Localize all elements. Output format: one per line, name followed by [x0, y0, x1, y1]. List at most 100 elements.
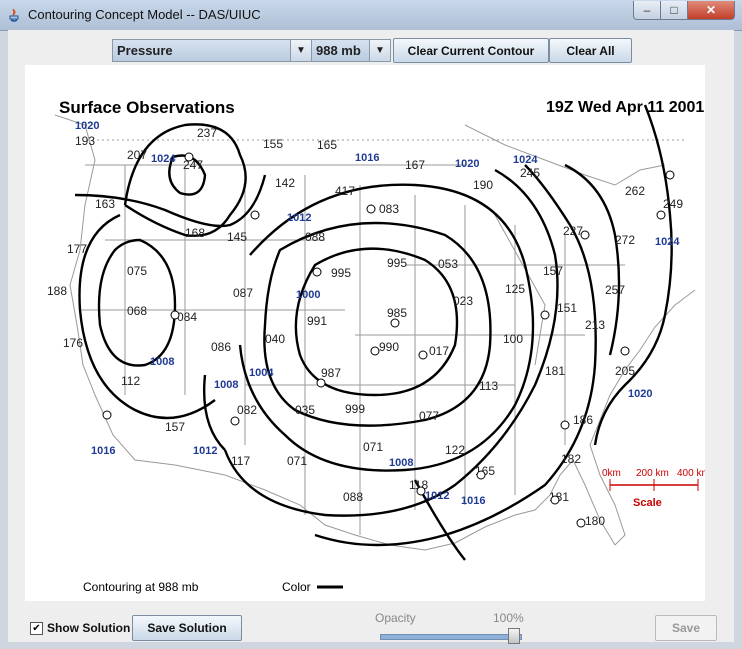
- station-pressure: 262: [625, 184, 645, 198]
- station-pressure: 249: [663, 197, 683, 211]
- chevron-down-icon[interactable]: ▼: [290, 40, 311, 61]
- station-pressure: 113: [479, 379, 498, 393]
- station-pressure: 100: [503, 332, 523, 346]
- station-pressure: 987: [321, 366, 341, 380]
- station-pressure: 207: [127, 148, 147, 162]
- station-pressure: 163: [95, 197, 115, 211]
- minimize-icon: –: [643, 3, 651, 17]
- station-pressure: 155: [263, 137, 283, 151]
- scale-tick-200: 200 km: [636, 468, 669, 479]
- station-pressure: 995: [331, 266, 351, 280]
- app-content: Pressure ▼ 988 mb ▼ Clear Current Contou…: [8, 30, 734, 644]
- field-select-value: Pressure: [117, 43, 173, 58]
- station-pressure: 176: [63, 336, 83, 350]
- station-pressure: 088: [343, 490, 363, 504]
- field-select[interactable]: Pressure ▼: [112, 39, 312, 62]
- surface-map[interactable]: 1020 1024 1016 1020 1024 1012 1000 1008 …: [25, 65, 705, 601]
- isobar-label: 1020: [628, 388, 652, 400]
- station-pressure: 257: [605, 283, 625, 297]
- station-pressure: 084: [177, 310, 197, 324]
- station-pressure: 145: [227, 230, 247, 244]
- chevron-down-icon[interactable]: ▼: [369, 40, 390, 61]
- station-pressure: 125: [505, 282, 525, 296]
- isobar-label: 1024: [151, 153, 176, 165]
- station-pressure: 205: [615, 364, 635, 378]
- station-pressure: 237: [197, 126, 217, 140]
- isobar-contours: [74, 104, 673, 561]
- contour-status: Contouring at 988 mb: [83, 580, 199, 594]
- station-pressure: 193: [75, 134, 95, 148]
- station-pressure: 417: [335, 184, 355, 198]
- station-observations: 193 237 155 165 167 247 142 207 163 417 …: [47, 126, 683, 528]
- map-basemap: [54, 114, 696, 551]
- station-pressure: 122: [445, 443, 465, 457]
- station-pressure: 082: [237, 403, 257, 417]
- window-title: Contouring Concept Model -- DAS/UIUC: [28, 7, 261, 22]
- station-pressure: 245: [520, 166, 540, 180]
- isobar-label: 1016: [461, 495, 485, 507]
- station-pressure: 188: [47, 284, 67, 298]
- maximize-button[interactable]: □: [660, 1, 688, 20]
- scale-bar: 0km 200 km 400 km Scale: [602, 468, 705, 509]
- scale-label: Scale: [633, 497, 662, 509]
- station-pressure: 180: [585, 514, 605, 528]
- title-bar: Contouring Concept Model -- DAS/UIUC – □…: [0, 0, 742, 31]
- level-select[interactable]: 988 mb ▼: [311, 39, 391, 62]
- close-button[interactable]: ✕: [687, 1, 735, 20]
- minimize-button[interactable]: –: [633, 1, 661, 20]
- station-pressure: 182: [561, 452, 581, 466]
- opacity-label: Opacity: [375, 611, 416, 625]
- isobar-label: 1020: [455, 158, 479, 170]
- isobar-label: 1008: [150, 356, 174, 368]
- isobar-label: 1016: [355, 152, 379, 164]
- show-solution-checkbox[interactable]: ✔: [30, 622, 43, 635]
- java-app-icon: [9, 8, 19, 22]
- station-pressure: 177: [67, 242, 87, 256]
- station-pressure: 075: [127, 264, 147, 278]
- station-pressure: 077: [419, 409, 439, 423]
- station-pressure: 071: [363, 440, 383, 454]
- station-pressure: 071: [287, 454, 307, 468]
- isobar-label: 1004: [249, 367, 274, 379]
- color-label: Color: [282, 580, 311, 594]
- opacity-slider-thumb[interactable]: [508, 628, 520, 644]
- station-pressure: 117: [231, 454, 250, 468]
- opacity-slider[interactable]: [380, 634, 522, 640]
- station-pressure: 142: [275, 176, 295, 190]
- station-pressure: 157: [165, 420, 185, 434]
- isobar-label: 1016: [91, 445, 115, 457]
- save-button[interactable]: Save: [655, 615, 717, 641]
- isobar-label: 1024: [513, 154, 538, 166]
- isobar-label: 1012: [425, 490, 449, 502]
- scale-tick-0: 0km: [602, 468, 621, 479]
- station-pressure: 190: [473, 178, 493, 192]
- maximize-icon: □: [670, 3, 678, 17]
- isobar-label: 1024: [655, 236, 680, 248]
- map-datetime: 19Z Wed Apr 11 2001: [546, 99, 704, 116]
- close-icon: ✕: [705, 3, 717, 17]
- isobar-label: 1020: [75, 120, 99, 132]
- station-pressure: 023: [453, 294, 473, 308]
- isobar-label: 1012: [287, 212, 311, 224]
- map-panel[interactable]: 1020 1024 1016 1020 1024 1012 1000 1008 …: [25, 65, 705, 601]
- station-pressure: 087: [233, 286, 253, 300]
- station-pressure: 157: [543, 264, 563, 278]
- save-solution-button[interactable]: Save Solution: [132, 615, 242, 641]
- station-pressure: 151: [557, 301, 577, 315]
- station-pressure: 990: [379, 340, 399, 354]
- station-pressure: 086: [211, 340, 231, 354]
- map-title: Surface Observations: [59, 98, 235, 117]
- station-pressure: 181: [545, 364, 565, 378]
- station-pressure: 999: [345, 402, 365, 416]
- station-pressure: 088: [305, 230, 325, 244]
- scale-tick-400: 400 km: [677, 468, 705, 479]
- opacity-value: 100%: [493, 611, 524, 625]
- station-pressure: 165: [317, 138, 337, 152]
- station-pressure: 272: [615, 233, 635, 247]
- show-solution-label: Show Solution: [47, 621, 131, 635]
- station-pressure: 186: [573, 413, 593, 427]
- isobar-label: 1008: [214, 379, 238, 391]
- clear-current-contour-button[interactable]: Clear Current Contour: [393, 38, 549, 63]
- bottom-bar: ✔ Show Solution Save Solution Opacity 10…: [8, 608, 734, 644]
- clear-all-button[interactable]: Clear All: [549, 38, 632, 63]
